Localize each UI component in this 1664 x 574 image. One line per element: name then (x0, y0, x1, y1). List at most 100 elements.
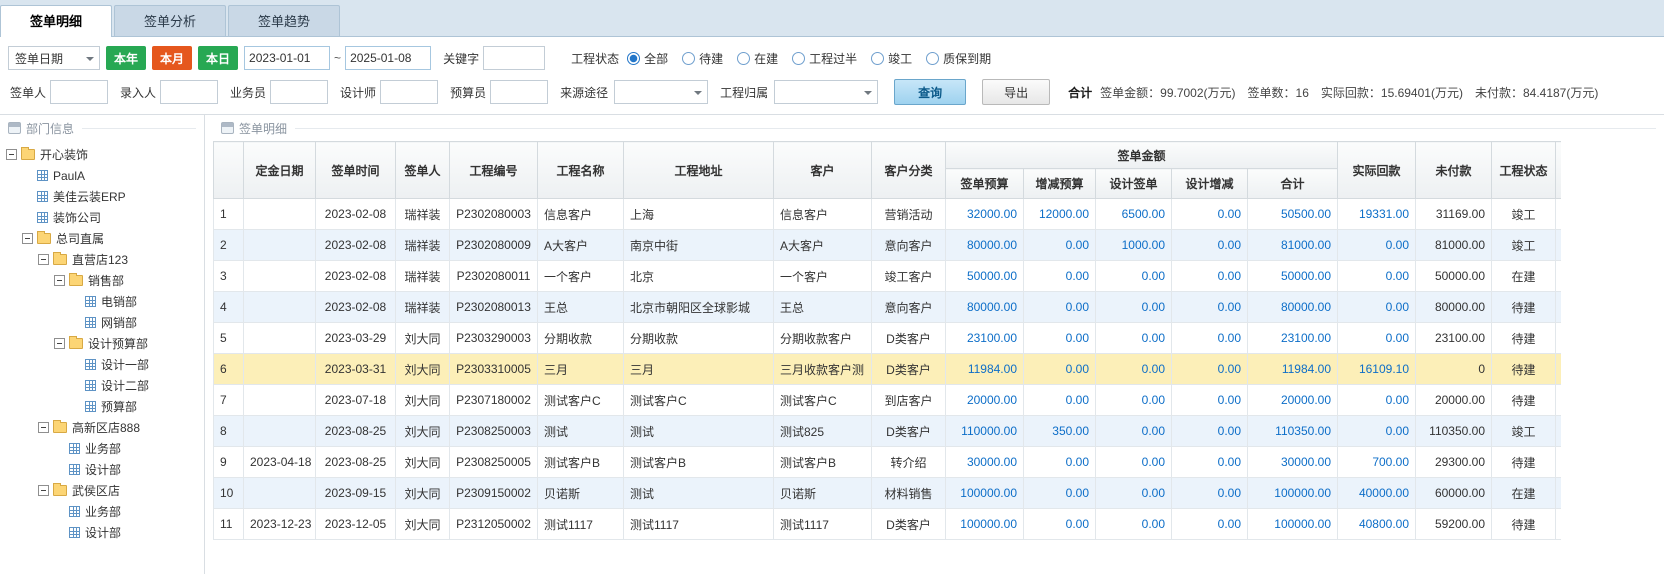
column-header-num[interactable] (214, 142, 244, 199)
cell-total[interactable]: 81000.00 (1248, 230, 1338, 261)
cell-design-adjust[interactable]: 0.00 (1172, 292, 1248, 323)
cell-budget[interactable]: 110000.00 (946, 416, 1024, 447)
collapse-icon[interactable] (38, 422, 49, 433)
tree-node[interactable]: 预算部 (0, 396, 204, 417)
tab-sign-detail[interactable]: 签单明细 (0, 5, 112, 37)
cell-budget-adjust[interactable]: 0.00 (1024, 354, 1096, 385)
cell-budget-adjust[interactable]: 0.00 (1024, 261, 1096, 292)
tree-node[interactable]: 业务部 (0, 438, 204, 459)
cell-budget-adjust[interactable]: 0.00 (1024, 478, 1096, 509)
cell-design-adjust[interactable]: 0.00 (1172, 509, 1248, 540)
cell-budget[interactable]: 80000.00 (946, 292, 1024, 323)
quick-button-this-month[interactable]: 本月 (152, 46, 192, 70)
quick-button-today[interactable]: 本日 (198, 46, 238, 70)
table-row[interactable]: 52023-03-29刘大同P2303290003分期收款分期收款分期收款客户D… (214, 323, 1562, 354)
tree-node[interactable]: PaulA (0, 165, 204, 186)
collapse-icon[interactable] (54, 338, 65, 349)
cell-total[interactable]: 23100.00 (1248, 323, 1338, 354)
cell-budget[interactable]: 11984.00 (946, 354, 1024, 385)
designer-input[interactable] (380, 80, 438, 104)
cell-design-adjust[interactable]: 0.00 (1172, 416, 1248, 447)
tree-node[interactable]: 业务部 (0, 501, 204, 522)
column-header-sign-date[interactable]: 签单时间 (316, 142, 396, 199)
project-owner-select[interactable] (774, 80, 878, 104)
cell-received[interactable]: 0.00 (1338, 385, 1416, 416)
cell-received[interactable]: 16109.10 (1338, 354, 1416, 385)
column-header-budget-adjust[interactable]: 增减预算 (1024, 169, 1096, 199)
status-radio-all[interactable]: 全部 (627, 50, 668, 67)
cell-received[interactable]: 0.00 (1338, 230, 1416, 261)
tree-node[interactable]: 设计二部 (0, 375, 204, 396)
collapse-icon[interactable] (38, 254, 49, 265)
tree-node[interactable]: 美佳云装ERP (0, 186, 204, 207)
status-radio-building[interactable]: 在建 (737, 50, 778, 67)
column-header-total[interactable]: 合计 (1248, 169, 1338, 199)
table-row[interactable]: 102023-09-15刘大同P2309150002贝诺斯测试贝诺斯材料销售10… (214, 478, 1562, 509)
collapse-icon[interactable] (22, 233, 33, 244)
cell-design-adjust[interactable]: 0.00 (1172, 354, 1248, 385)
cell-design-sign[interactable]: 0.00 (1096, 509, 1172, 540)
column-header-deposit-date[interactable]: 定金日期 (244, 142, 316, 199)
table-row[interactable]: 22023-02-08瑞祥装P2302080009A大客户南京中街A大客户意向客… (214, 230, 1562, 261)
keyword-input[interactable] (483, 46, 545, 70)
signer-input[interactable] (50, 80, 108, 104)
cell-design-adjust[interactable]: 0.00 (1172, 323, 1248, 354)
collapse-icon[interactable] (54, 275, 65, 286)
cell-total[interactable]: 11984.00 (1248, 354, 1338, 385)
column-header-unpaid[interactable]: 未付款 (1416, 142, 1492, 199)
tab-sign-analysis[interactable]: 签单分析 (114, 5, 226, 36)
column-header-signer[interactable]: 签单人 (396, 142, 450, 199)
column-header-received[interactable]: 实际回款 (1338, 142, 1416, 199)
cell-design-sign[interactable]: 0.00 (1096, 385, 1172, 416)
cell-design-sign[interactable]: 0.00 (1096, 416, 1172, 447)
status-radio-pending[interactable]: 待建 (682, 50, 723, 67)
cell-received[interactable]: 40800.00 (1338, 509, 1416, 540)
estimator-input[interactable] (490, 80, 548, 104)
column-header-address[interactable]: 工程地址 (624, 142, 774, 199)
table-row[interactable]: 42023-02-08瑞祥装P2302080013王总北京市朝阳区全球影城王总意… (214, 292, 1562, 323)
collapse-icon[interactable] (38, 485, 49, 496)
table-row[interactable]: 32023-02-08瑞祥装P2302080011一个客户北京一个客户竣工客户5… (214, 261, 1562, 292)
tree-node[interactable]: 网销部 (0, 312, 204, 333)
table-row[interactable]: 92023-04-182023-08-25刘大同P2308250005测试客户B… (214, 447, 1562, 478)
cell-received[interactable]: 0.00 (1338, 292, 1416, 323)
cell-design-adjust[interactable]: 0.00 (1172, 385, 1248, 416)
table-row[interactable]: 62023-03-31刘大同P2303310005三月三月三月收款客户测D类客户… (214, 354, 1562, 385)
date-type-select[interactable]: 签单日期 (8, 46, 100, 70)
cell-design-sign[interactable]: 0.00 (1096, 478, 1172, 509)
cell-design-adjust[interactable]: 0.00 (1172, 478, 1248, 509)
cell-budget-adjust[interactable]: 0.00 (1024, 509, 1096, 540)
recorder-input[interactable] (160, 80, 218, 104)
cell-received[interactable]: 0.00 (1338, 323, 1416, 354)
status-radio-finished[interactable]: 竣工 (871, 50, 912, 67)
cell-budget[interactable]: 32000.00 (946, 199, 1024, 230)
column-header-project-no[interactable]: 工程编号 (450, 142, 538, 199)
salesman-input[interactable] (270, 80, 328, 104)
cell-total[interactable]: 50000.00 (1248, 261, 1338, 292)
tree-node[interactable]: 电销部 (0, 291, 204, 312)
collapse-icon[interactable] (6, 149, 17, 160)
cell-budget[interactable]: 20000.00 (946, 385, 1024, 416)
table-row[interactable]: 112023-12-232023-12-05刘大同P2312050002测试11… (214, 509, 1562, 540)
cell-design-sign[interactable]: 1000.00 (1096, 230, 1172, 261)
column-header-status[interactable]: 工程状态 (1492, 142, 1556, 199)
cell-budget[interactable]: 100000.00 (946, 509, 1024, 540)
cell-budget[interactable]: 50000.00 (946, 261, 1024, 292)
cell-received[interactable]: 40000.00 (1338, 478, 1416, 509)
date-from-input[interactable] (244, 46, 330, 70)
column-header-project-name[interactable]: 工程名称 (538, 142, 624, 199)
tree-node[interactable]: 高新区店888 (0, 417, 204, 438)
cell-budget[interactable]: 23100.00 (946, 323, 1024, 354)
tree-node[interactable]: 装饰公司 (0, 207, 204, 228)
status-radio-warranty-due[interactable]: 质保到期 (926, 50, 991, 67)
cell-design-adjust[interactable]: 0.00 (1172, 261, 1248, 292)
tree-node[interactable]: 设计预算部 (0, 333, 204, 354)
tree-node[interactable]: 总司直属 (0, 228, 204, 249)
cell-budget-adjust[interactable]: 350.00 (1024, 416, 1096, 447)
cell-budget-adjust[interactable]: 0.00 (1024, 447, 1096, 478)
cell-budget[interactable]: 30000.00 (946, 447, 1024, 478)
cell-total[interactable]: 50500.00 (1248, 199, 1338, 230)
tab-sign-trend[interactable]: 签单趋势 (228, 5, 340, 36)
table-row[interactable]: 82023-08-25刘大同P2308250003测试测试测试825D类客户11… (214, 416, 1562, 447)
cell-design-sign[interactable]: 0.00 (1096, 354, 1172, 385)
